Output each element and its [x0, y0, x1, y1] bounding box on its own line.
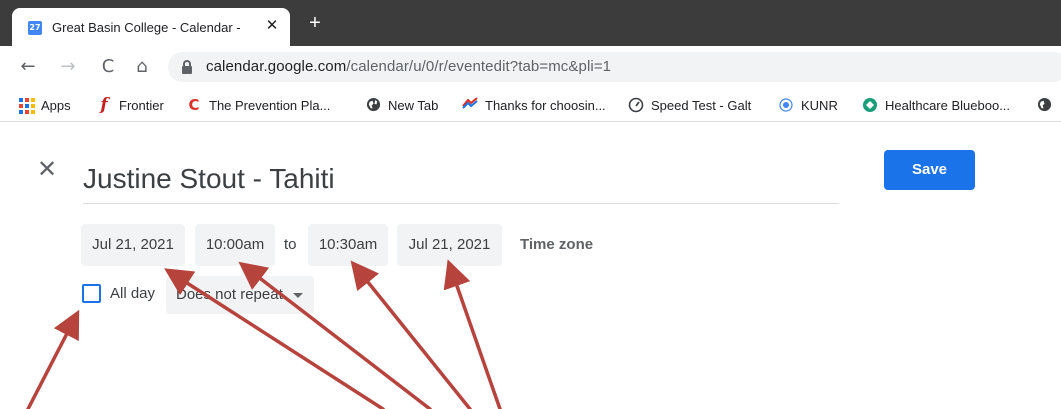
start-date-picker[interactable]: Jul 21, 2021 — [81, 224, 185, 266]
repeat-value: Does not repeat — [176, 286, 283, 303]
bookmark-label: KUNR — [801, 97, 838, 113]
plus-icon[interactable]: + — [304, 12, 326, 34]
all-day-label: All day — [110, 285, 156, 302]
calendar-favicon-icon: 27 — [28, 21, 42, 35]
bookmark-label: Thanks for choosin... — [485, 97, 606, 113]
bookmark-label: Frontier — [119, 97, 164, 113]
all-day-checkbox[interactable] — [82, 284, 101, 303]
radio-icon — [778, 97, 794, 113]
event-title-input[interactable] — [83, 154, 839, 204]
bookmarks-bar: Apps f Frontier C The Prevention Pla... … — [0, 88, 1061, 122]
bookmark-prevention-plan[interactable]: C The Prevention Pla... — [186, 96, 330, 114]
prevention-plan-icon: C — [188, 96, 200, 114]
bookmark-thanks-for-choosing[interactable]: Thanks for choosin... — [462, 96, 606, 114]
bookmark-healthcare-bluebook[interactable]: Healthcare Blueboo... — [862, 96, 1010, 114]
end-time-picker[interactable]: 10:30am — [308, 224, 388, 266]
reload-icon[interactable]: C — [96, 55, 120, 79]
annotation-arrow-end-time — [350, 260, 472, 409]
address-bar[interactable]: calendar.google.com/calendar/u/0/r/event… — [168, 52, 1061, 82]
bookmark-kunr[interactable]: KUNR — [778, 96, 838, 114]
home-icon[interactable]: ⌂ — [130, 55, 154, 79]
arrow-right-icon[interactable]: → — [56, 55, 80, 79]
browser-tab-strip: 27 Great Basin College - Calendar - ✕ + — [0, 0, 1061, 46]
bookmark-speed-test[interactable]: Speed Test - Galt — [628, 96, 751, 114]
globe-icon — [1036, 97, 1052, 113]
tab-title: Great Basin College - Calendar - — [52, 20, 241, 35]
to-label: to — [284, 236, 297, 253]
url-host: calendar.google.com — [206, 58, 347, 75]
close-icon[interactable]: ✕ — [36, 157, 58, 181]
close-icon[interactable]: ✕ — [262, 16, 282, 36]
browser-toolbar: ← → C ⌂ calendar.google.com/calendar/u/0… — [0, 46, 1061, 88]
bookmark-label: Apps — [41, 97, 71, 113]
bookmark-apps[interactable]: Apps — [18, 96, 71, 114]
bookmark-frontier[interactable]: f Frontier — [96, 95, 164, 115]
bookmark-label: The Prevention Pla... — [209, 97, 331, 113]
url-text: calendar.google.com/calendar/u/0/r/event… — [206, 58, 611, 75]
browser-tab-calendar[interactable]: 27 Great Basin College - Calendar - ✕ — [12, 8, 290, 46]
bank-logo-icon — [462, 97, 478, 113]
save-button[interactable]: Save — [884, 150, 975, 190]
apps-grid-icon — [18, 97, 35, 114]
bookmark-new-tab[interactable]: New Tab — [365, 96, 438, 114]
globe-icon — [365, 97, 381, 113]
end-date-picker[interactable]: Jul 21, 2021 — [397, 224, 502, 266]
bookmark-label: Speed Test - Galt — [651, 97, 752, 113]
arrow-left-icon[interactable]: ← — [16, 55, 40, 79]
start-time-picker[interactable]: 10:00am — [195, 224, 275, 266]
url-path: /calendar/u/0/r/eventedit?tab=mc&pli=1 — [346, 58, 612, 75]
bookmark-label: New Tab — [388, 97, 439, 113]
healthcare-icon — [862, 97, 878, 113]
lock-icon[interactable] — [182, 60, 192, 74]
chevron-down-icon — [293, 293, 303, 298]
repeat-dropdown[interactable]: Does not repeat — [166, 276, 314, 314]
time-zone-button[interactable]: Time zone — [520, 224, 593, 266]
annotation-arrow-all-day — [26, 309, 80, 409]
bookmark-label: Healthcare Blueboo... — [885, 97, 1011, 113]
speedometer-icon — [628, 97, 644, 113]
bookmark-overflow[interactable] — [1036, 96, 1059, 114]
frontier-icon: f — [100, 95, 108, 115]
annotation-arrow-end-date — [443, 259, 502, 409]
